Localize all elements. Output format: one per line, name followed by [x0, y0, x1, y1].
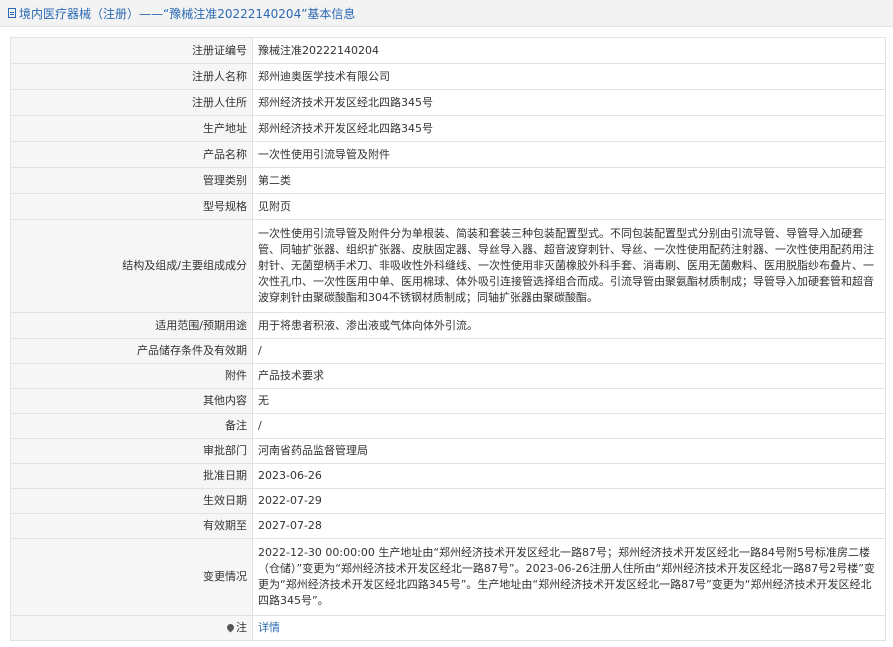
row-label: 其他内容: [10, 388, 253, 414]
table-row: 管理类别 第二类: [10, 167, 886, 194]
table-row: 其他内容 无: [10, 388, 886, 414]
row-value: 见附页: [252, 193, 886, 220]
row-value: /: [252, 413, 886, 439]
row-value: 一次性使用引流导管及附件: [252, 141, 886, 168]
row-value: 用于将患者积液、渗出液或气体向体外引流。: [252, 312, 886, 339]
note-label-cell: 注: [10, 615, 253, 641]
document-icon: [8, 8, 16, 18]
row-label: 批准日期: [10, 463, 253, 489]
row-value: 郑州经济技术开发区经北四路345号: [252, 89, 886, 116]
table-row: 附件 产品技术要求: [10, 363, 886, 389]
row-value: 2022-07-29: [252, 488, 886, 514]
row-label: 产品储存条件及有效期: [10, 338, 253, 364]
row-label: 注册人名称: [10, 63, 253, 90]
table-row: 审批部门 河南省药品监督管理局: [10, 438, 886, 464]
note-value-cell: 详情: [252, 615, 886, 641]
table-row: 注册人住所 郑州经济技术开发区经北四路345号: [10, 89, 886, 116]
row-label: 注册人住所: [10, 89, 253, 116]
row-label: 型号规格: [10, 193, 253, 220]
device-info-table: 注册证编号 豫械注准20222140204 注册人名称 郑州迪奥医学技术有限公司…: [10, 37, 886, 641]
row-label: 产品名称: [10, 141, 253, 168]
row-value: 河南省药品监督管理局: [252, 438, 886, 464]
table-row: 产品储存条件及有效期 /: [10, 338, 886, 364]
table-row: 生效日期 2022-07-29: [10, 488, 886, 514]
row-value: 2027-07-28: [252, 513, 886, 539]
table-row: 有效期至 2027-07-28: [10, 513, 886, 539]
row-label: 管理类别: [10, 167, 253, 194]
note-label: 注: [236, 621, 247, 634]
details-link[interactable]: 详情: [258, 621, 280, 634]
row-value: 郑州经济技术开发区经北四路345号: [252, 115, 886, 142]
table-row: 型号规格 见附页: [10, 193, 886, 220]
row-label: 审批部门: [10, 438, 253, 464]
row-label: 生效日期: [10, 488, 253, 514]
row-value: 豫械注准20222140204: [252, 37, 886, 64]
row-value: /: [252, 338, 886, 364]
row-value: 2022-12-30 00:00:00 生产地址由“郑州经济技术开发区经北一路8…: [252, 538, 886, 616]
row-label: 结构及组成/主要组成成分: [10, 219, 253, 313]
row-label: 生产地址: [10, 115, 253, 142]
row-value: 产品技术要求: [252, 363, 886, 389]
table-row: 变更情况 2022-12-30 00:00:00 生产地址由“郑州经济技术开发区…: [10, 538, 886, 616]
table-row: 结构及组成/主要组成成分 一次性使用引流导管及附件分为单根装、简装和套装三种包装…: [10, 219, 886, 313]
row-value: 一次性使用引流导管及附件分为单根装、简装和套装三种包装配置型式。不同包装配置型式…: [252, 219, 886, 313]
row-label: 注册证编号: [10, 37, 253, 64]
page-title-bar: 境内医疗器械（注册）——“豫械注准20222140204”基本信息: [0, 0, 893, 27]
row-value: 2023-06-26: [252, 463, 886, 489]
table-row: 批准日期 2023-06-26: [10, 463, 886, 489]
table-row: 生产地址 郑州经济技术开发区经北四路345号: [10, 115, 886, 142]
row-value: 郑州迪奥医学技术有限公司: [252, 63, 886, 90]
table-row: 备注 /: [10, 413, 886, 439]
row-label: 备注: [10, 413, 253, 439]
table-row: 适用范围/预期用途 用于将患者积液、渗出液或气体向体外引流。: [10, 312, 886, 339]
row-value: 第二类: [252, 167, 886, 194]
row-label: 附件: [10, 363, 253, 389]
row-value: 无: [252, 388, 886, 414]
table-row: 注册证编号 豫械注准20222140204: [10, 37, 886, 64]
note-row: 注 详情: [10, 615, 886, 641]
row-label: 变更情况: [10, 538, 253, 616]
table-row: 注册人名称 郑州迪奥医学技术有限公司: [10, 63, 886, 90]
pin-icon: [225, 622, 236, 633]
row-label: 适用范围/预期用途: [10, 312, 253, 339]
table-row: 产品名称 一次性使用引流导管及附件: [10, 141, 886, 168]
row-label: 有效期至: [10, 513, 253, 539]
page-title: 境内医疗器械（注册）——“豫械注准20222140204”基本信息: [19, 6, 356, 21]
